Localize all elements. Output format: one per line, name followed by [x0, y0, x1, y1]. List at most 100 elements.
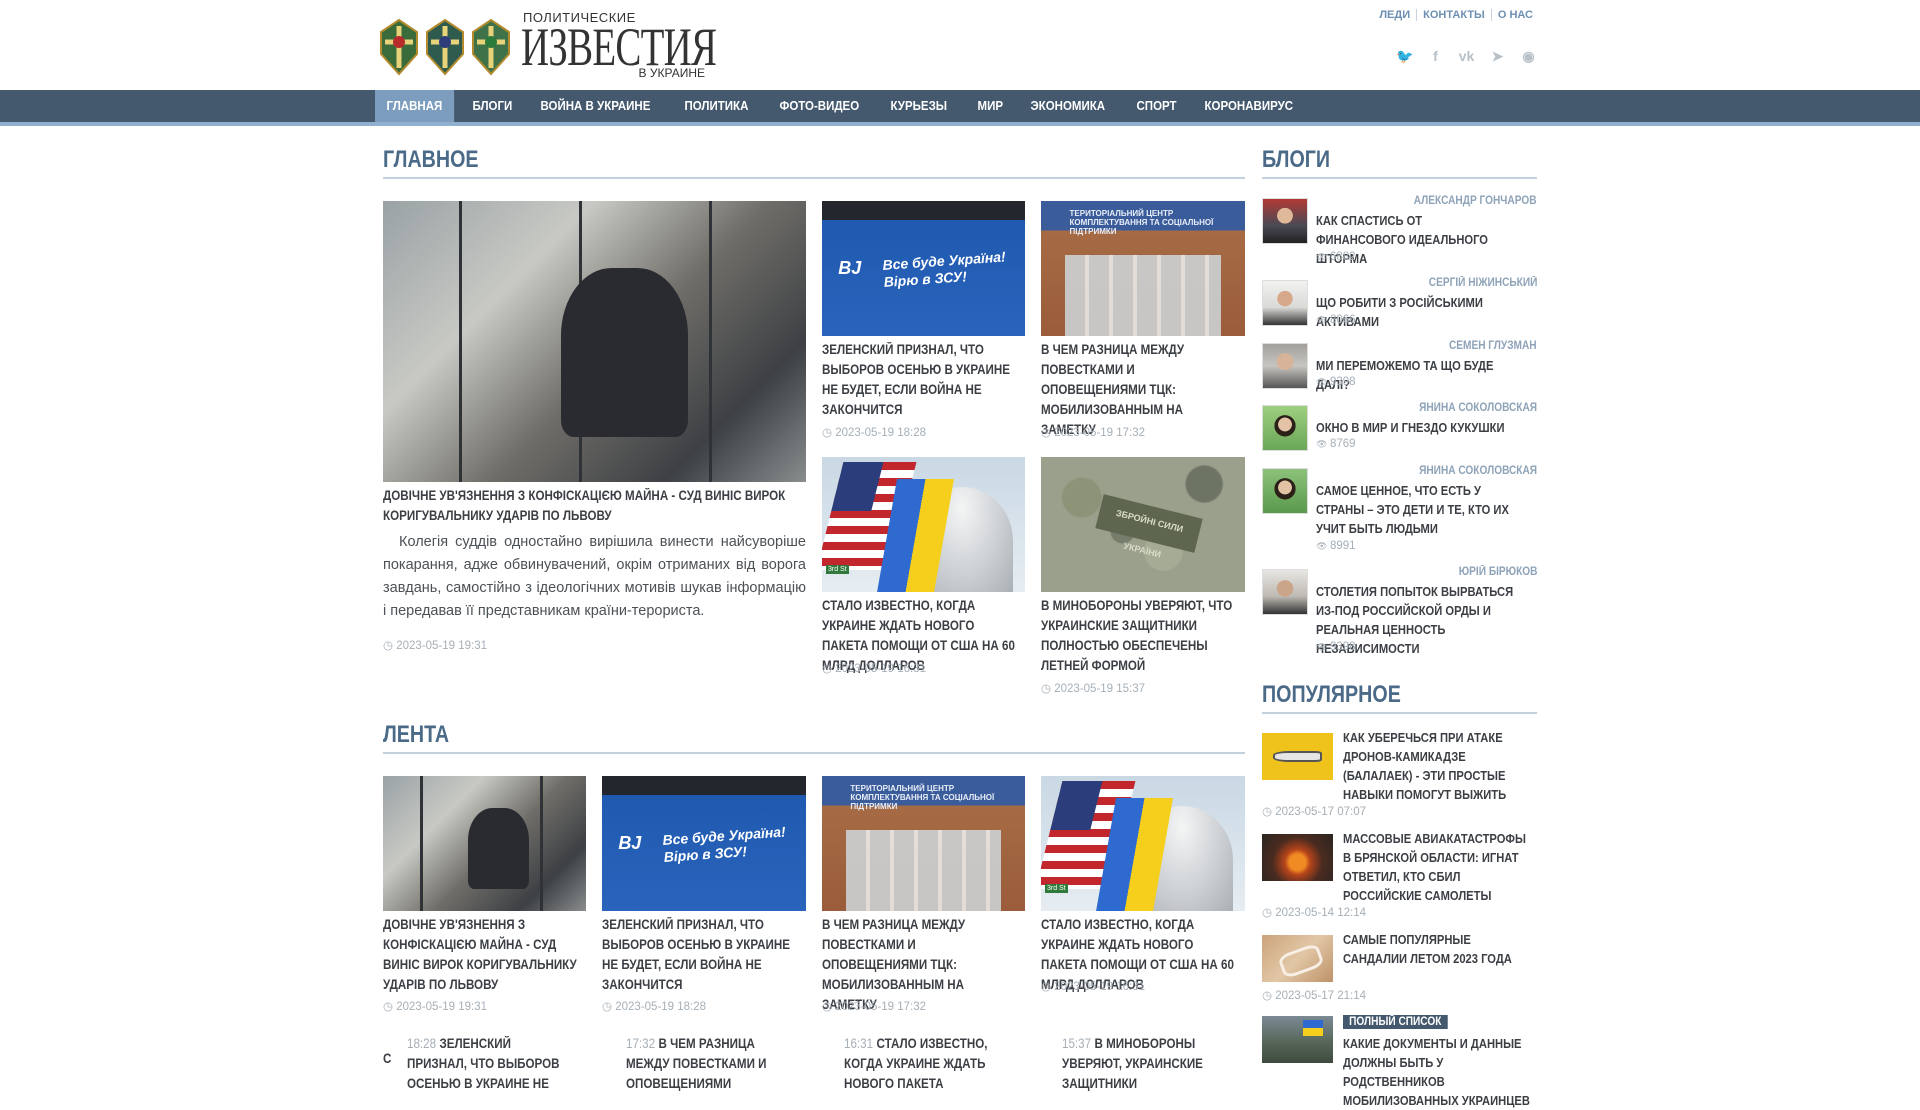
blog-views: 9398	[1316, 376, 1356, 388]
image-caption: 3rd St	[1045, 884, 1068, 893]
crest-icon	[377, 18, 421, 76]
crest-icon	[469, 18, 513, 76]
nav-item-world[interactable]: МИР	[966, 90, 1015, 122]
crest-icon	[423, 18, 467, 76]
article-image[interactable]: ВЈ Все буде Україна! Вірю в ЗСУ!	[822, 201, 1025, 336]
blog-views: 9398	[1316, 641, 1356, 653]
popular-title[interactable]: МАССОВЫЕ АВИАКАТАСТРОФЫ В БРЯНСКОЙ ОБЛАС…	[1343, 829, 1532, 905]
avatar	[1262, 569, 1308, 615]
nav-item-home[interactable]: ГЛАВНАЯ	[375, 90, 454, 122]
blog-author[interactable]: ЮРІЙ БІРЮКОВ	[1458, 566, 1537, 578]
section-divider	[383, 752, 1245, 754]
full-list-button[interactable]: ПОЛНЫЙ СПИСОК	[1343, 1015, 1448, 1029]
twitter-icon[interactable]: 🐦	[1396, 48, 1413, 65]
image-caption: Все буде Україна! Вірю в ЗСУ!	[881, 248, 1007, 291]
feed-image[interactable]: ВЈ Все буде Україна! Вірю в ЗСУ!	[602, 776, 806, 911]
blog-item[interactable]: СЕРГІЙ НІЖИНСЬКИЙ ЩО РОБИТИ З РОСІЙСЬКИМ…	[1262, 277, 1537, 332]
popular-image[interactable]	[1262, 935, 1333, 982]
nav-item-blogs[interactable]: БЛОГИ	[461, 90, 524, 122]
feed-list-time: 16:31	[844, 1036, 874, 1051]
section-divider	[383, 177, 1245, 179]
site-logo[interactable]: ПОЛИТИЧЕСКИЕ ИЗВЕСТИЯ В УКРАИНЕ	[377, 10, 717, 84]
logo-bottom-text: В УКРАИНЕ	[638, 66, 705, 80]
section-divider	[1262, 177, 1537, 179]
toplink-contacts[interactable]: КОНТАКТЫ	[1416, 9, 1491, 21]
feed-list-item[interactable]: 15:37 В МИНОБОРОНЫ УВЕРЯЮТ, УКРАИНСКИЕ ЗА…	[1062, 1034, 1225, 1094]
popular-image[interactable]	[1262, 834, 1333, 881]
popular-title[interactable]: КАКИЕ ДОКУМЕНТЫ И ДАННЫЕ ДОЛЖНЫ БЫТЬ У Р…	[1343, 1034, 1532, 1110]
avatar	[1262, 280, 1308, 326]
blog-item[interactable]: ЯНИНА СОКОЛОВСКАЯ САМОЕ ЦЕННОЕ, ЧТО ЕСТЬ…	[1262, 465, 1537, 555]
nav-item-coronavirus[interactable]: КОРОНАВИРУС	[1193, 90, 1305, 122]
blog-author[interactable]: СЕРГІЙ НІЖИНСЬКИЙ	[1428, 277, 1537, 289]
feed-list-item[interactable]: 16:31 СТАЛО ИЗВЕСТНО, КОГДА УКРАИНЕ ЖДАТЬ…	[844, 1034, 1007, 1094]
article-image[interactable]: ЗБРОЙНІ СИЛИ УКРАЇНИ	[1041, 457, 1245, 592]
nav-item-politics[interactable]: ПОЛИТИКА	[673, 90, 760, 122]
nav-item-sport[interactable]: СПОРТ	[1125, 90, 1188, 122]
article-image[interactable]: 3rd St	[822, 457, 1025, 592]
feed-list-time: 15:37	[1062, 1036, 1092, 1051]
popular-title[interactable]: КАК УБЕРЕЧЬСЯ ПРИ АТАКЕ ДРОНОВ-КАМИКАДЗЕ…	[1343, 728, 1532, 804]
blog-title[interactable]: МИ ПЕРЕМОЖЕМО ТА ЩО БУДЕ ДАЛІ?	[1316, 356, 1514, 394]
blog-item[interactable]: ЯНИНА СОКОЛОВСКАЯ ОКНО В МИР И ГНЕЗДО КУ…	[1262, 402, 1537, 457]
toplink-ledi[interactable]: ЛЕДИ	[1373, 9, 1416, 21]
popular-title[interactable]: САМЫЕ ПОПУЛЯРНЫЕ САНДАЛИИ ЛЕТОМ 2023 ГОД…	[1343, 930, 1532, 968]
avatar	[1262, 405, 1308, 451]
popular-image[interactable]	[1262, 733, 1333, 780]
blog-views: 6882	[1316, 251, 1356, 263]
feed-image[interactable]: 3rd St	[1041, 776, 1245, 911]
telegram-icon[interactable]: ➤	[1489, 48, 1506, 65]
feed-image[interactable]	[383, 776, 586, 911]
popular-image[interactable]	[1262, 1016, 1333, 1063]
feed-list-item[interactable]: 18:28 ЗЕЛЕНСКИЙ ПРИЗНАЛ, ЧТО ВЫБОРОВ ОСЕН…	[407, 1034, 570, 1094]
blog-title[interactable]: САМОЕ ЦЕННОЕ, ЧТО ЕСТЬ У СТРАНЫ – ЭТО ДЕ…	[1316, 481, 1514, 538]
feed-list-prefix: С	[383, 1051, 392, 1066]
blog-item[interactable]: ЮРІЙ БІРЮКОВ СТОЛЕТИЯ ПОПЫТОК ВЫРВАТЬСЯ …	[1262, 566, 1537, 656]
feed-title[interactable]: ЗЕЛЕНСКИЙ ПРИЗНАЛ, ЧТО ВЫБОРОВ ОСЕНЬЮ В …	[602, 915, 802, 995]
facebook-icon[interactable]: f	[1427, 48, 1444, 65]
image-caption: ТЕРИТОРІАЛЬНИЙ ЦЕНТР КОМПЛЕКТУВАННЯ ТА С…	[850, 784, 995, 812]
rss-icon[interactable]: ◉	[1520, 48, 1537, 65]
article-date: 2023-05-19 17:32	[1041, 425, 1145, 439]
trident-icon: ВЈ	[618, 832, 642, 853]
article-title[interactable]: ЗЕЛЕНСКИЙ ПРИЗНАЛ, ЧТО ВЫБОРОВ ОСЕНЬЮ В …	[822, 340, 1022, 420]
blog-author[interactable]: СЕМЕН ГЛУЗМАН	[1449, 340, 1537, 352]
blog-views: 8769	[1316, 438, 1356, 450]
feed-title[interactable]: ДОВІЧНЕ УВ'ЯЗНЕННЯ З КОНФІСКАЦІЄЮ МАЙНА …	[383, 915, 583, 995]
lead-article-image[interactable]	[383, 201, 806, 482]
article-date: 2023-05-19 15:37	[1041, 681, 1145, 695]
popular-date: 2023-05-17 07:07	[1262, 804, 1366, 818]
feed-list-time: 17:32	[626, 1036, 656, 1051]
article-title[interactable]: В МИНОБОРОНЫ УВЕРЯЮТ, ЧТО УКРАИНСКИЕ ЗАЩ…	[1041, 596, 1241, 676]
article-image[interactable]: ТЕРИТОРІАЛЬНИЙ ЦЕНТР КОМПЛЕКТУВАННЯ ТА С…	[1041, 201, 1245, 336]
blog-item[interactable]: СЕМЕН ГЛУЗМАН МИ ПЕРЕМОЖЕМО ТА ЩО БУДЕ Д…	[1262, 340, 1537, 395]
popular-date: 2023-05-14 12:14	[1262, 905, 1366, 919]
blog-author[interactable]: ЯНИНА СОКОЛОВСКАЯ	[1419, 465, 1537, 477]
blog-title[interactable]: ОКНО В МИР И ГНЕЗДО КУКУШКИ	[1316, 418, 1514, 437]
image-caption: ТЕРИТОРІАЛЬНИЙ ЦЕНТР КОМПЛЕКТУВАННЯ ТА С…	[1069, 209, 1214, 237]
nav-item-curiosities[interactable]: КУРЬЕЗЫ	[879, 90, 959, 122]
vk-icon[interactable]: vk	[1458, 48, 1475, 65]
blog-views: 8066	[1316, 314, 1356, 326]
section-heading-main: ГЛАВНОЕ	[383, 146, 479, 173]
blog-item[interactable]: АЛЕКСАНДР ГОНЧАРОВ КАК СПАСТИСЬ ОТ ФИНАН…	[1262, 195, 1537, 266]
section-heading-feed: ЛЕНТА	[383, 721, 450, 748]
toplink-about[interactable]: О НАС	[1490, 9, 1539, 21]
section-heading-popular: ПОПУЛЯРНОЕ	[1262, 681, 1401, 708]
nav-item-economy[interactable]: ЭКОНОМИКА	[1019, 90, 1117, 122]
nav-item-photo-video[interactable]: ФОТО-ВИДЕО	[768, 90, 871, 122]
lead-article-date: 2023-05-19 19:31	[383, 638, 487, 652]
nav-item-war[interactable]: ВОЙНА В УКРАИНЕ	[529, 90, 662, 122]
feed-image[interactable]: ТЕРИТОРІАЛЬНИЙ ЦЕНТР КОМПЛЕКТУВАННЯ ТА С…	[822, 776, 1025, 911]
article-date: 2023-05-19 18:28	[822, 425, 926, 439]
feed-list-item[interactable]: 17:32 В ЧЕМ РАЗНИЦА МЕЖДУ ПОВЕСТКАМИ И ОП…	[626, 1034, 789, 1094]
blog-author[interactable]: ЯНИНА СОКОЛОВСКАЯ	[1419, 402, 1537, 414]
image-caption: Все буде Україна! Вірю в ЗСУ!	[662, 823, 787, 866]
top-links: ЛЕДИ КОНТАКТЫ О НАС	[1373, 9, 1539, 21]
feed-date: 2023-05-19 18:28	[602, 999, 706, 1013]
lead-article-title[interactable]: ДОВІЧНЕ УВ'ЯЗНЕННЯ З КОНФІСКАЦІЄЮ МАЙНА …	[383, 486, 796, 526]
lead-article-text: Колегія суддів одностайно вирішила винес…	[383, 534, 806, 619]
feed-date: 2023-05-19 19:31	[383, 999, 487, 1013]
blog-author[interactable]: АЛЕКСАНДР ГОНЧАРОВ	[1414, 195, 1537, 207]
social-links: 🐦 f vk ➤ ◉	[1396, 48, 1537, 65]
